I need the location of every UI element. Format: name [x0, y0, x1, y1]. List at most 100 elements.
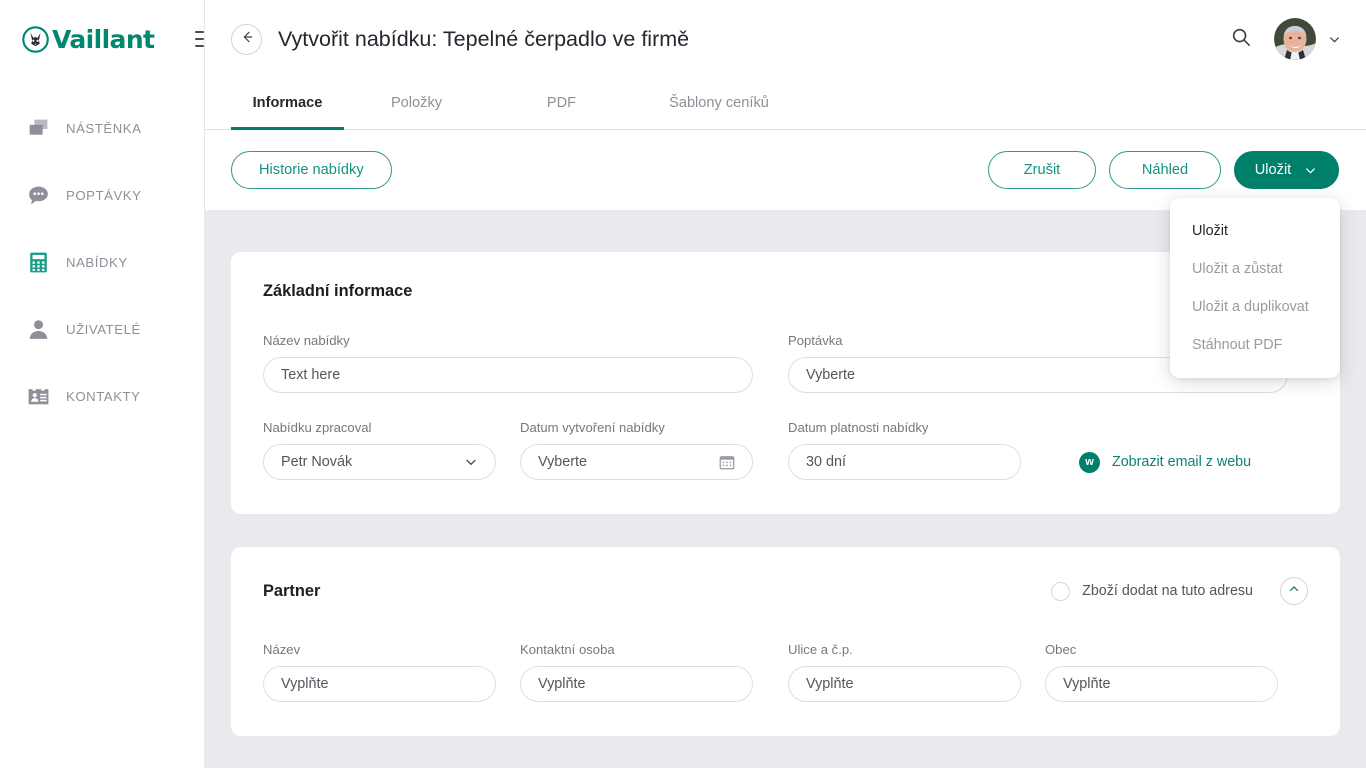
chevron-down-icon: [1303, 163, 1318, 178]
field-partner-kontaktni-osoba: Kontaktní osoba Vyplňte: [520, 642, 753, 702]
field-label: Název nabídky: [263, 333, 753, 348]
sidebar-item-label: KONTAKTY: [66, 389, 141, 404]
datum-vytvoreni-input[interactable]: Vyberte: [520, 444, 753, 480]
sidebar-nav: NÁSTĚNKA POPTÁVKY: [0, 95, 204, 430]
vaillant-hare-logo-icon: [22, 26, 49, 53]
tab-sablony-ceniku[interactable]: Šablony ceníků: [634, 77, 804, 129]
partner-collapse-button[interactable]: [1280, 577, 1308, 605]
search-icon: [1230, 26, 1252, 53]
tab-pdf[interactable]: PDF: [489, 77, 634, 129]
card-partner: Partner Zboží dodat na tuto adresu Název: [231, 547, 1340, 736]
card-title: Partner: [263, 582, 320, 601]
sidebar-item-label: POPTÁVKY: [66, 188, 142, 203]
input-value: 30 dní: [806, 454, 1004, 470]
sidebar-item-nabidky[interactable]: NABÍDKY: [0, 229, 204, 296]
save-dropdown-menu: Uložit Uložit a zůstat Uložit a duplikov…: [1170, 198, 1340, 378]
cancel-button[interactable]: Zrušit: [988, 151, 1096, 189]
user-icon: [24, 316, 52, 344]
menu-item-label: Stáhnout PDF: [1192, 337, 1282, 353]
vaillant-logo[interactable]: Vaillant: [22, 26, 154, 53]
chat-bubble-icon: [24, 182, 52, 210]
menu-item-stahnout-pdf[interactable]: Stáhnout PDF: [1170, 326, 1340, 364]
tab-label: Šablony ceníků: [669, 95, 769, 111]
sidebar-toggle-button[interactable]: [195, 31, 204, 47]
nazev-nabidky-input[interactable]: Text here: [263, 357, 753, 393]
tab-informace[interactable]: Informace: [231, 77, 344, 129]
select-value: Petr Novák: [281, 454, 463, 470]
app-root: Vaillant NÁSTĚNKA: [0, 0, 1366, 768]
field-partner-nazev: Název Vyplňte: [263, 642, 496, 702]
partner-card-header: Partner Zboží dodat na tuto adresu: [263, 577, 1308, 605]
back-button[interactable]: [231, 24, 262, 55]
datum-platnosti-input[interactable]: 30 dní: [788, 444, 1021, 480]
menu-item-ulozit-a-duplikovat[interactable]: Uložit a duplikovat: [1170, 288, 1340, 326]
save-button[interactable]: Uložit: [1234, 151, 1339, 189]
chevron-down-icon: [463, 454, 479, 470]
sidebar-item-label: NABÍDKY: [66, 255, 128, 270]
preview-button[interactable]: Náhled: [1109, 151, 1221, 189]
input-placeholder: Vyplňte: [1063, 676, 1261, 692]
page-title: Vytvořit nabídku: Tepelné čerpadlo ve fi…: [278, 27, 689, 52]
action-bar-right: Zrušit Náhled Uložit: [988, 151, 1339, 189]
nabidku-zpracoval-select[interactable]: Petr Novák: [263, 444, 496, 480]
sidebar-item-poptavky[interactable]: POPTÁVKY: [0, 162, 204, 229]
sidebar-item-label: NÁSTĚNKA: [66, 121, 141, 136]
dashboard-icon: [24, 115, 52, 143]
deliver-to-address-radio[interactable]: [1051, 582, 1070, 601]
top-bar: Vytvořit nabídku: Tepelné čerpadlo ve fi…: [205, 0, 1366, 78]
show-web-email-link[interactable]: Zobrazit email z webu: [1112, 454, 1251, 470]
search-button[interactable]: [1226, 24, 1256, 54]
input-placeholder: Vyberte: [538, 454, 718, 470]
partner-ulice-input[interactable]: Vyplňte: [788, 666, 1021, 702]
user-menu-button[interactable]: [1274, 18, 1342, 60]
partner-nazev-input[interactable]: Vyplňte: [263, 666, 496, 702]
offer-history-label: Historie nabídky: [259, 162, 364, 178]
menu-item-ulozit[interactable]: Uložit: [1170, 212, 1340, 250]
card-title: Základní informace: [263, 282, 1308, 301]
field-nazev-nabidky: Název nabídky Text here: [263, 333, 753, 393]
tab-polozky[interactable]: Položky: [344, 77, 489, 129]
main-area: Vytvořit nabídku: Tepelné čerpadlo ve fi…: [205, 0, 1366, 768]
burger-line: [195, 38, 204, 40]
field-label: Název: [263, 642, 496, 657]
sidebar-item-uzivatele[interactable]: UŽIVATELÉ: [0, 296, 204, 363]
field-label: Datum platnosti nabídky: [788, 420, 1021, 435]
calendar-icon[interactable]: [718, 453, 736, 471]
web-email-link-row[interactable]: w Zobrazit email z webu: [1079, 444, 1251, 480]
field-partner-ulice: Ulice a č.p. Vyplňte: [788, 642, 1021, 702]
partner-obec-input[interactable]: Vyplňte: [1045, 666, 1278, 702]
field-partner-obec: Obec Vyplňte: [1045, 642, 1278, 702]
tab-bar: Informace Položky PDF Šablony ceníků: [205, 78, 1366, 130]
input-placeholder: Vyplňte: [538, 676, 736, 692]
deliver-to-address-label: Zboží dodat na tuto adresu: [1082, 583, 1253, 599]
web-source-badge: w: [1079, 452, 1100, 473]
field-row-2: Nabídku zpracoval Petr Novák Datum vytvo…: [263, 420, 1308, 480]
menu-item-label: Uložit a duplikovat: [1192, 299, 1309, 315]
sidebar: Vaillant NÁSTĚNKA: [0, 0, 205, 768]
calculator-icon: [24, 249, 52, 277]
offer-history-button[interactable]: Historie nabídky: [231, 151, 392, 189]
field-datum-vytvoreni: Datum vytvoření nabídky Vyberte: [520, 420, 753, 480]
field-label: Ulice a č.p.: [788, 642, 1021, 657]
input-placeholder: Vyplňte: [806, 676, 1004, 692]
field-nabidku-zpracoval: Nabídku zpracoval Petr Novák: [263, 420, 496, 480]
chevron-up-icon: [1287, 582, 1301, 601]
input-placeholder: Vyplňte: [281, 676, 479, 692]
sidebar-item-kontakty[interactable]: KONTAKTY: [0, 363, 204, 430]
menu-item-label: Uložit: [1192, 223, 1228, 239]
menu-item-label: Uložit a zůstat: [1192, 261, 1282, 277]
sidebar-brand-row: Vaillant: [0, 0, 204, 78]
tab-label: Informace: [253, 95, 323, 111]
sidebar-item-nastenka[interactable]: NÁSTĚNKA: [0, 95, 204, 162]
chevron-down-icon: [1327, 32, 1342, 47]
contact-card-icon: [24, 383, 52, 411]
avatar: [1274, 18, 1316, 60]
partner-kontaktni-osoba-input[interactable]: Vyplňte: [520, 666, 753, 702]
burger-line: [195, 31, 204, 33]
menu-item-ulozit-a-zustat[interactable]: Uložit a zůstat: [1170, 250, 1340, 288]
arrow-left-icon: [239, 29, 255, 50]
cancel-label: Zrušit: [1024, 162, 1060, 178]
field-datum-platnosti: Datum platnosti nabídky 30 dní: [788, 420, 1021, 480]
partner-field-row-1: Název Vyplňte Kontaktní osoba Vyplňte Ul…: [263, 642, 1308, 702]
preview-label: Náhled: [1142, 162, 1188, 178]
